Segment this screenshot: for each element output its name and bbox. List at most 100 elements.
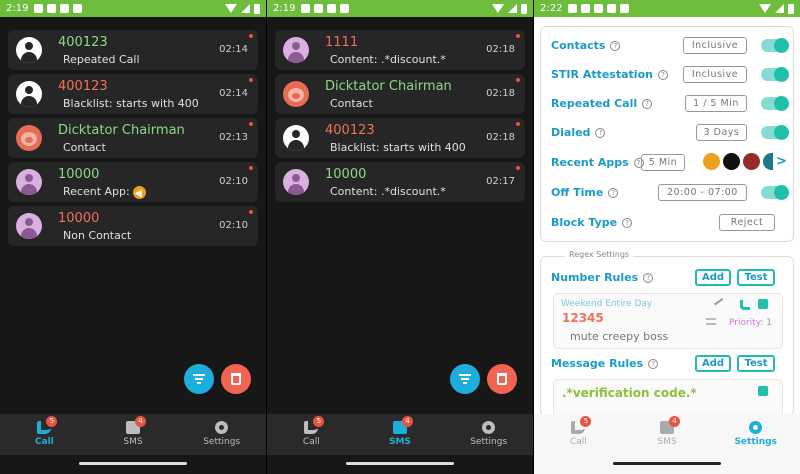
recent-apps-chip[interactable]: 5 Min xyxy=(641,154,685,171)
block-reason: Content: .*discount.* xyxy=(330,185,446,198)
tab-call[interactable]: 5 Call xyxy=(534,414,623,455)
notification-icon xyxy=(568,4,578,13)
list-item[interactable]: 1111 Content: .*discount.* 02:18 xyxy=(275,30,525,70)
sms-screen: 2:19 1111 Content: .*discount.* 02:18 Di… xyxy=(267,0,533,474)
add-message-rule-button[interactable]: Add xyxy=(695,355,731,372)
rule-description: mute creepy boss xyxy=(570,330,669,343)
unread-dot xyxy=(249,166,253,170)
home-indicator[interactable] xyxy=(79,462,187,465)
trash-icon xyxy=(231,373,241,385)
signal-icon xyxy=(508,4,517,13)
filter-settings-card: Contacts? Inclusive STIR Attestation? In… xyxy=(540,26,794,242)
block-reason: Blacklist: starts with 400 xyxy=(330,141,466,154)
delete-button[interactable] xyxy=(487,364,517,394)
sender-number: Dicktator Chairman xyxy=(325,79,452,94)
list-item[interactable]: 400123 Blacklist: starts with 400 02:18 xyxy=(275,118,525,158)
dialed-chip[interactable]: 3 Days xyxy=(696,124,747,141)
sms-log-list: 1111 Content: .*discount.* 02:18 Dicktat… xyxy=(275,30,525,206)
number-rule-item[interactable]: Weekend Entire Day 12345 mute creepy bos… xyxy=(553,293,783,349)
recent-app-icons[interactable]: > xyxy=(703,153,787,170)
app-icon xyxy=(743,153,760,170)
help-icon[interactable]: ? xyxy=(642,99,653,109)
message-rules-heading: Message Rules? xyxy=(551,357,659,370)
avatar xyxy=(283,37,309,63)
block-reason: Content: .*discount.* xyxy=(330,53,446,66)
home-indicator[interactable] xyxy=(346,462,454,465)
off-time-chip[interactable]: 20:00 - 07:00 xyxy=(658,184,747,201)
help-icon[interactable]: ? xyxy=(648,359,659,369)
sender-number: 1111 xyxy=(325,35,359,50)
help-icon[interactable]: ? xyxy=(595,128,606,138)
tab-call[interactable]: 5 Call xyxy=(0,414,89,455)
tab-settings[interactable]: Settings xyxy=(177,414,266,455)
off-time-toggle[interactable] xyxy=(761,185,789,200)
tab-label: SMS xyxy=(389,437,411,447)
wifi-icon xyxy=(225,4,237,13)
help-icon[interactable]: ? xyxy=(657,70,668,80)
item-time: 02:18 xyxy=(486,44,515,55)
block-reason: Blacklist: starts with 400 xyxy=(63,97,199,110)
tab-call[interactable]: 5 Call xyxy=(267,414,356,455)
caller-number: 10000 xyxy=(58,211,100,226)
filter-button[interactable] xyxy=(450,364,480,394)
wifi-icon xyxy=(759,4,771,13)
signal-icon xyxy=(775,4,784,13)
tab-settings[interactable]: Settings xyxy=(444,414,533,455)
tab-sms[interactable]: 4 SMS xyxy=(356,414,445,455)
tab-sms[interactable]: 4 SMS xyxy=(89,414,178,455)
item-time: 02:18 xyxy=(486,132,515,143)
call-badge: 5 xyxy=(46,416,58,427)
tab-label: Settings xyxy=(203,437,241,447)
block-reason: Contact xyxy=(63,141,106,154)
tab-sms[interactable]: 4 SMS xyxy=(623,414,712,455)
tab-label: Settings xyxy=(734,437,777,447)
status-bar: 2:22 xyxy=(534,0,800,17)
setting-label: Dialed xyxy=(551,126,591,139)
app-icon xyxy=(132,185,146,199)
avatar xyxy=(16,81,42,107)
block-type-select[interactable]: Reject xyxy=(719,214,775,231)
list-item[interactable]: Dicktator Chairman Contact 02:18 xyxy=(275,74,525,114)
add-number-rule-button[interactable]: Add xyxy=(695,269,731,286)
test-number-rule-button[interactable]: Test xyxy=(737,269,775,286)
filter-icon xyxy=(193,374,205,386)
repeated-call-chip[interactable]: 1 / 5 Min xyxy=(685,95,747,112)
message-rule-item[interactable]: .*verification code.* xyxy=(553,379,783,419)
list-item[interactable]: 10000 Recent App: 02:10 xyxy=(8,162,258,202)
stir-toggle[interactable] xyxy=(761,67,789,82)
help-icon[interactable]: ? xyxy=(622,218,633,228)
notification-icon xyxy=(73,4,83,13)
tab-label: SMS xyxy=(123,437,143,447)
stir-mode-chip[interactable]: Inclusive xyxy=(683,66,747,83)
help-icon[interactable]: ? xyxy=(610,41,621,51)
home-indicator[interactable] xyxy=(613,462,721,465)
pig-avatar xyxy=(283,81,309,107)
setting-block-type: Block Type? Reject xyxy=(551,213,787,233)
unread-dot xyxy=(249,210,253,214)
list-item[interactable]: 400123 Repeated Call 02:14 xyxy=(8,30,258,70)
help-icon[interactable]: ? xyxy=(608,188,619,198)
item-time: 02:17 xyxy=(486,176,515,187)
caller-number: 400123 xyxy=(58,35,108,50)
list-item[interactable]: 10000 Non Contact 02:10 xyxy=(8,206,258,246)
chevron-right-icon[interactable]: > xyxy=(776,153,787,170)
call-log-list: 400123 Repeated Call 02:14 400123 Blackl… xyxy=(8,30,258,250)
test-message-rule-button[interactable]: Test xyxy=(737,355,775,372)
list-item[interactable]: 10000 Content: .*discount.* 02:17 xyxy=(275,162,525,202)
list-item[interactable]: 400123 Blacklist: starts with 400 02:14 xyxy=(8,74,258,114)
contacts-mode-chip[interactable]: Inclusive xyxy=(683,37,747,54)
list-item[interactable]: Dicktator Chairman Contact 02:13 xyxy=(8,118,258,158)
notification-icon xyxy=(60,4,70,13)
tab-settings[interactable]: Settings xyxy=(711,414,800,455)
unread-dot xyxy=(516,34,520,38)
help-icon[interactable]: ? xyxy=(643,273,654,283)
wifi-icon xyxy=(492,4,504,13)
item-time: 02:13 xyxy=(219,132,248,143)
filter-button[interactable] xyxy=(184,364,214,394)
contacts-toggle[interactable] xyxy=(761,38,789,53)
status-time: 2:19 xyxy=(273,3,296,14)
trash-icon xyxy=(497,373,507,385)
repeated-call-toggle[interactable] xyxy=(761,96,789,111)
delete-button[interactable] xyxy=(221,364,251,394)
dialed-toggle[interactable] xyxy=(761,125,789,140)
